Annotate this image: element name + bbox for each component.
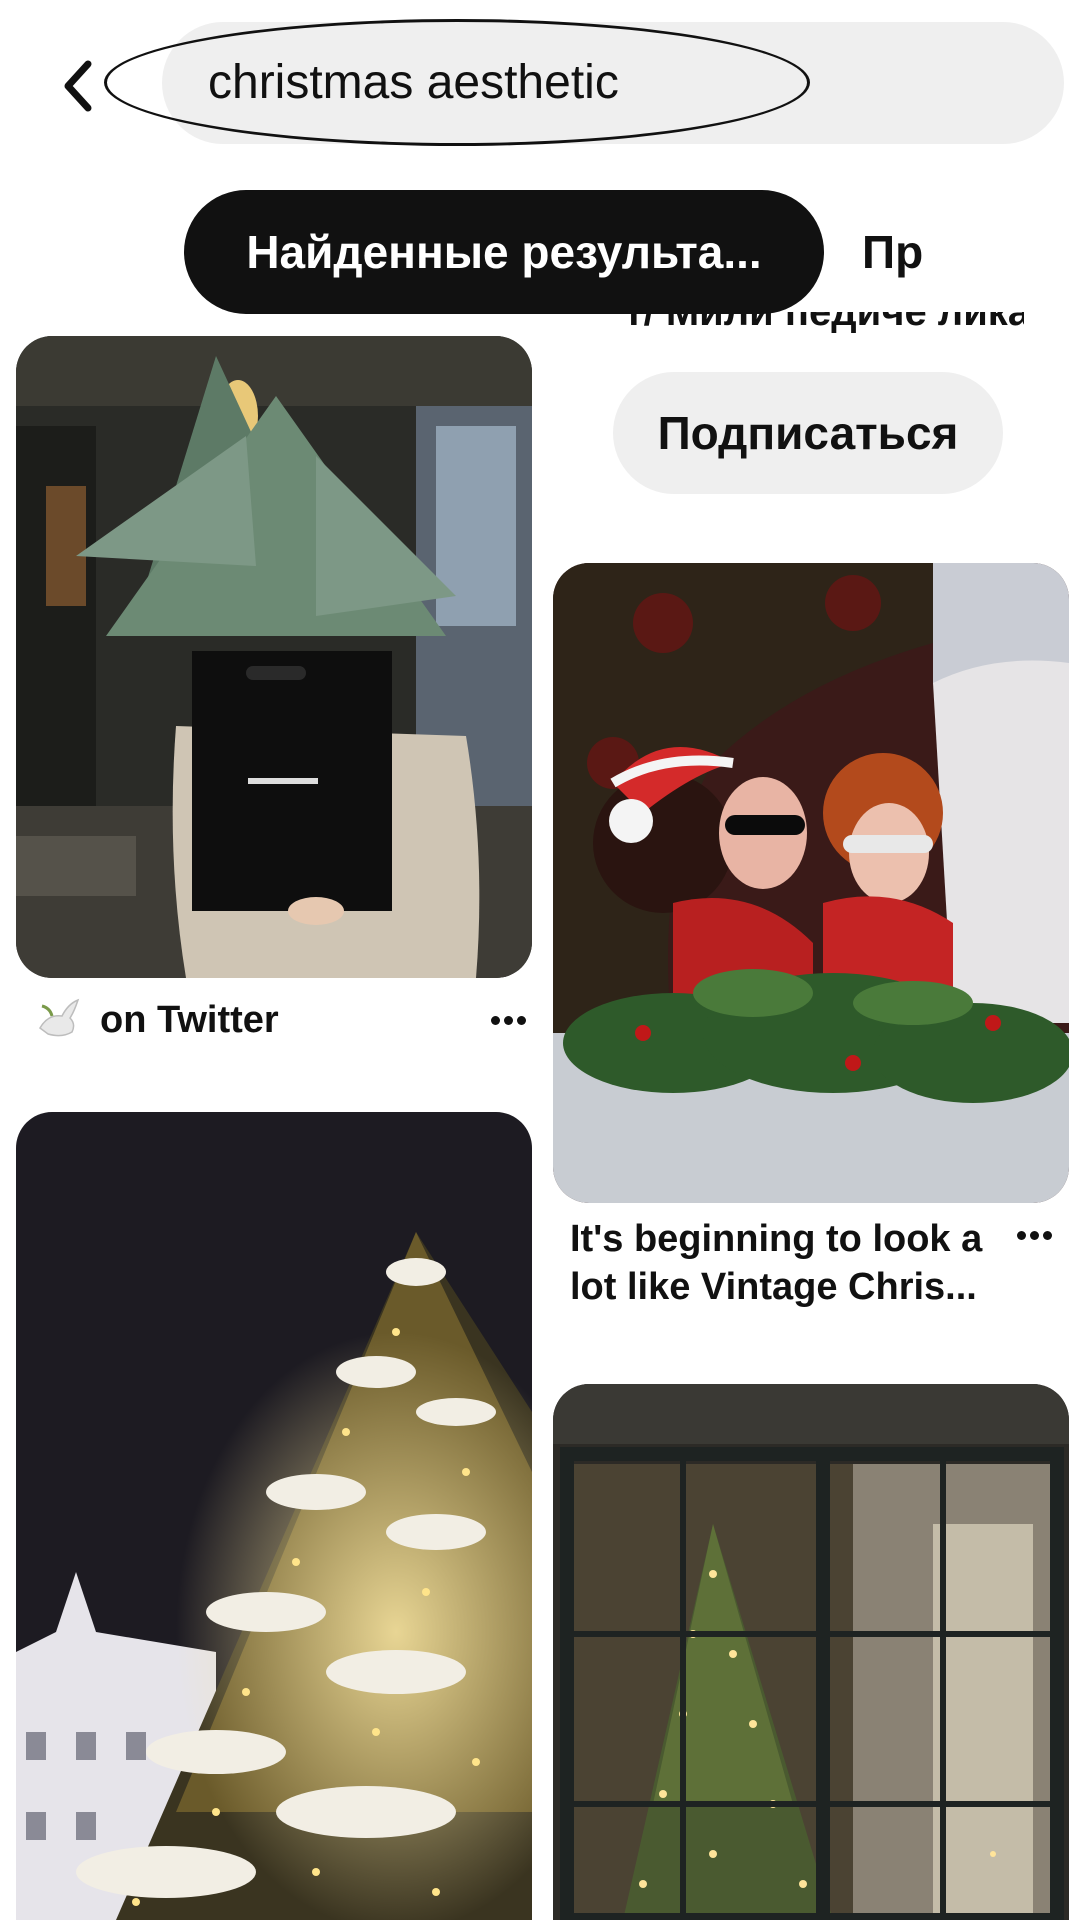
more-options-button[interactable] <box>1010 1215 1058 1255</box>
search-header: christmas aesthetic <box>0 0 1080 170</box>
pin-meta: It's beginning to look a lot like Vintag… <box>570 1215 1070 1325</box>
search-query: christmas aesthetic <box>208 56 619 109</box>
pin-image[interactable] <box>16 1112 532 1920</box>
pin-bag-tree-image <box>16 336 532 978</box>
tab-next-container: Пр <box>862 190 924 314</box>
pin-meta: on Twitter <box>34 988 532 1052</box>
chevron-left-icon <box>64 60 92 112</box>
pin-image[interactable] <box>16 336 532 978</box>
pin-snow-tree-image <box>16 1112 532 1920</box>
profile-subtitle: т/ Мили педиче лика <box>624 312 1024 334</box>
more-options-button[interactable] <box>484 1000 532 1040</box>
pin-image[interactable] <box>553 563 1069 1203</box>
pin-title: It's beginning to look a lot like Vintag… <box>570 1218 983 1308</box>
pin-source-label: on Twitter <box>100 999 279 1041</box>
dove-icon <box>39 998 80 1037</box>
search-input[interactable]: christmas aesthetic <box>162 22 1064 144</box>
more-dots-icon <box>1016 1230 1026 1240</box>
pin-window-tree-image <box>553 1384 1069 1920</box>
pin-image[interactable] <box>553 1384 1069 1920</box>
tab-next[interactable]: Пр <box>862 190 923 314</box>
filter-tabs: Найденные результа... Пр <box>0 190 1080 315</box>
subscribe-button[interactable]: Подписаться <box>613 372 1003 494</box>
more-dots-icon <box>490 1015 500 1025</box>
back-button[interactable] <box>52 54 104 118</box>
tab-found-results[interactable]: Найденные результа... <box>184 190 824 314</box>
pin-vintage-image <box>553 563 1069 1203</box>
